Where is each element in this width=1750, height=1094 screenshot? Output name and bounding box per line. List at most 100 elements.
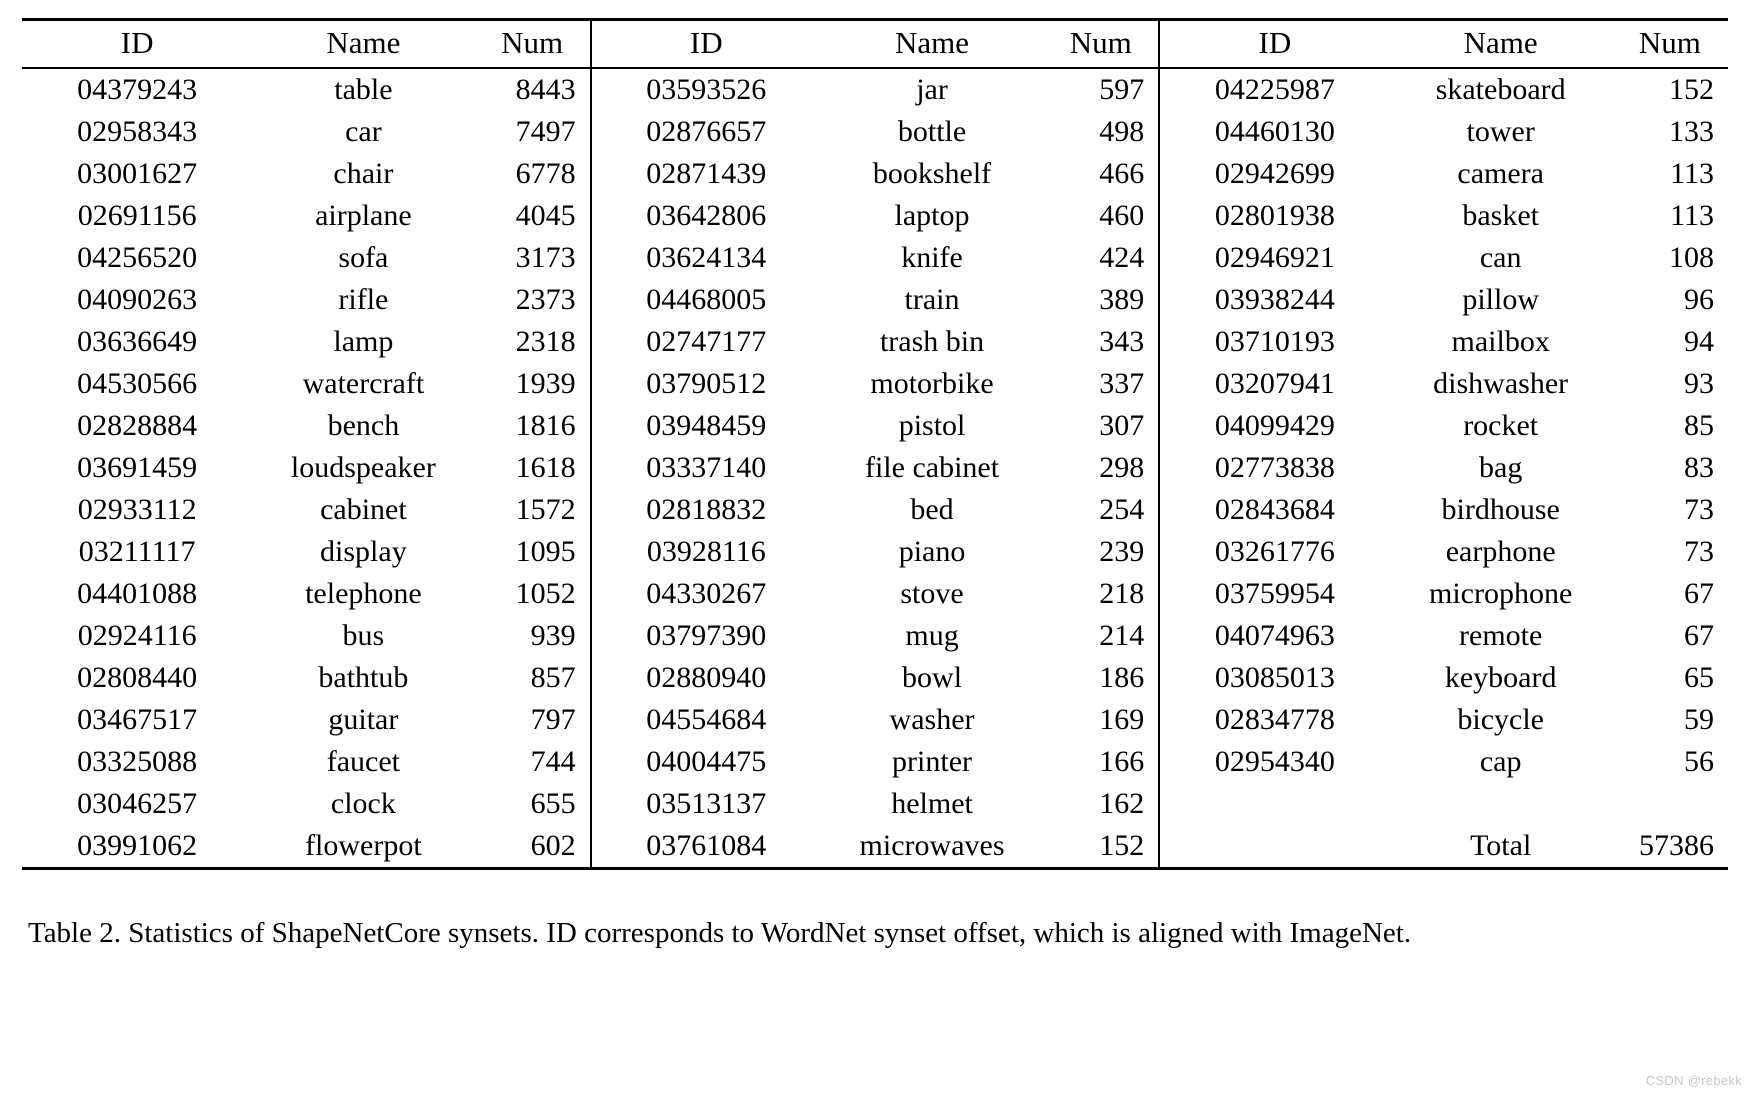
cell-num: 108 [1669, 241, 1714, 274]
column-header-num: Num [1069, 24, 1132, 60]
table-row: 03636649 lamp 2318 02747177 trash bin 343 0371… [22, 321, 1728, 363]
cell-name: chair [333, 157, 394, 190]
cell-num: 424 [1099, 241, 1145, 274]
cell-id: 03207941 [1158, 363, 1390, 405]
cell-id: 03642806 [589, 195, 821, 237]
cell-num: 3173 [515, 241, 576, 274]
cell-name: mailbox [1451, 325, 1550, 358]
cell-id: 03928116 [589, 531, 821, 573]
table-row: 03325088 faucet 744 04004475 printer 166 02954… [22, 741, 1728, 783]
cell-num: 218 [1099, 577, 1145, 610]
cell-name [1390, 783, 1612, 825]
cell-name: microphone [1429, 577, 1573, 610]
cell-name: bottle [897, 115, 967, 148]
cell-id: 04256520 [77, 241, 198, 274]
table-caption: Table 2. Statistics of ShapeNetCore syns… [28, 917, 1412, 949]
table-row: 03211117 display 1095 03928116 piano 239 03261… [22, 531, 1728, 573]
statistics-table-container: ID Name Num ID Name Num ID Name Num 04379243 table… [22, 18, 1728, 870]
table-row: 02924116 bus 939 03797390 mug 214 04074963 remo… [22, 615, 1728, 657]
cell-id: 02773838 [1158, 447, 1390, 489]
cell-id: 03761084 [589, 825, 821, 867]
cell-name: earphone [1445, 535, 1556, 568]
cell-num: 2373 [515, 283, 576, 316]
cell-num: 7497 [515, 115, 576, 148]
cell-name: pillow [1462, 283, 1539, 316]
cell-num: 298 [1099, 451, 1145, 484]
cell-name: laptop [894, 199, 970, 232]
cell-num: 1052 [515, 577, 576, 610]
cell-id: 04225987 [1158, 67, 1390, 111]
cell-id: 04330267 [589, 573, 821, 615]
cell-name: motorbike [870, 367, 994, 400]
table-page: ID Name Num ID Name Num ID Name Num 04379243 table… [0, 0, 1750, 1094]
cell-name: bus [342, 619, 385, 652]
cell-name: rocket [1463, 409, 1539, 442]
cell-id: 02946921 [1158, 237, 1390, 279]
cell-num: 96 [1684, 283, 1714, 316]
total-label: Total [1470, 829, 1532, 862]
cell-id: 03001627 [77, 157, 198, 190]
cell-name: piano [898, 535, 966, 568]
cell-num: 113 [1670, 157, 1714, 190]
cell-num: 797 [530, 703, 576, 736]
table-row: 02691156 airplane 4045 03642806 laptop 460 028… [22, 195, 1728, 237]
cell-name: microwaves [859, 829, 1005, 862]
cell-num: 67 [1684, 577, 1714, 610]
total-empty-id [1158, 825, 1390, 867]
cell-num: 73 [1684, 535, 1714, 568]
cell-name: watercraft [302, 367, 425, 400]
watermark-label: CSDN @rebekk [1645, 1073, 1742, 1088]
cell-id: 02747177 [589, 321, 821, 363]
cell-num: 460 [1099, 199, 1145, 232]
cell-num: 389 [1099, 283, 1145, 316]
cell-name: can [1479, 241, 1522, 274]
cell-id: 02954340 [1158, 741, 1390, 783]
cell-name: airplane [315, 199, 412, 232]
cell-num: 73 [1684, 493, 1714, 526]
cell-num: 343 [1099, 325, 1145, 358]
cell-id: 03797390 [589, 615, 821, 657]
cell-num: 186 [1099, 661, 1145, 694]
cell-num: 857 [530, 661, 576, 694]
cell-num: 4045 [515, 199, 576, 232]
cell-num: 1816 [515, 409, 576, 442]
cell-id: 02808440 [77, 661, 198, 694]
cell-id: 03710193 [1158, 321, 1390, 363]
cell-id: 02933112 [77, 493, 197, 526]
cell-id: 04099429 [1158, 405, 1390, 447]
cell-num: 133 [1669, 115, 1714, 148]
cell-num: 1095 [515, 535, 576, 568]
cell-num: 1939 [515, 367, 576, 400]
cell-name: washer [889, 703, 975, 736]
cell-id: 03337140 [589, 447, 821, 489]
cell-num: 59 [1684, 703, 1714, 736]
table-row: 03467517 guitar 797 04554684 washer 169 028347… [22, 699, 1728, 741]
cell-id: 02818832 [589, 489, 821, 531]
cell-id: 03046257 [77, 787, 198, 820]
cell-num: 254 [1099, 493, 1145, 526]
table-row: 04090263 rifle 2373 04468005 train 389 0393824… [22, 279, 1728, 321]
cell-num: 152 [1099, 829, 1145, 862]
table-row: 04256520 sofa 3173 03624134 knife 424 02946921… [22, 237, 1728, 279]
column-header-id: ID [120, 24, 154, 60]
table-row: 02828884 bench 1816 03948459 pistol 307 040994… [22, 405, 1728, 447]
cell-id: 04004475 [589, 741, 821, 783]
cell-name: helmet [891, 787, 973, 820]
cell-name: flowerpot [305, 829, 422, 862]
cell-name: bag [1479, 451, 1523, 484]
cell-num: 162 [1099, 787, 1145, 820]
cell-name: sofa [338, 241, 389, 274]
cell-name: bed [910, 493, 954, 526]
cell-num: 152 [1611, 67, 1728, 111]
cell-name: trash bin [879, 325, 985, 358]
cell-num: 239 [1099, 535, 1145, 568]
table-row: 02958343 car 7497 02876657 bottle 498 04460130… [22, 111, 1728, 153]
table-row: 03991062 flowerpot 602 03761084 microwaves 15… [22, 825, 1728, 867]
cell-id: 03467517 [77, 703, 198, 736]
cell-id: 03759954 [1158, 573, 1390, 615]
cell-id: 02691156 [77, 199, 197, 232]
cell-id: 02880940 [589, 657, 821, 699]
cell-id: 03593526 [589, 67, 821, 111]
cell-name: bookshelf [872, 157, 992, 190]
cell-id: 03261776 [1158, 531, 1390, 573]
